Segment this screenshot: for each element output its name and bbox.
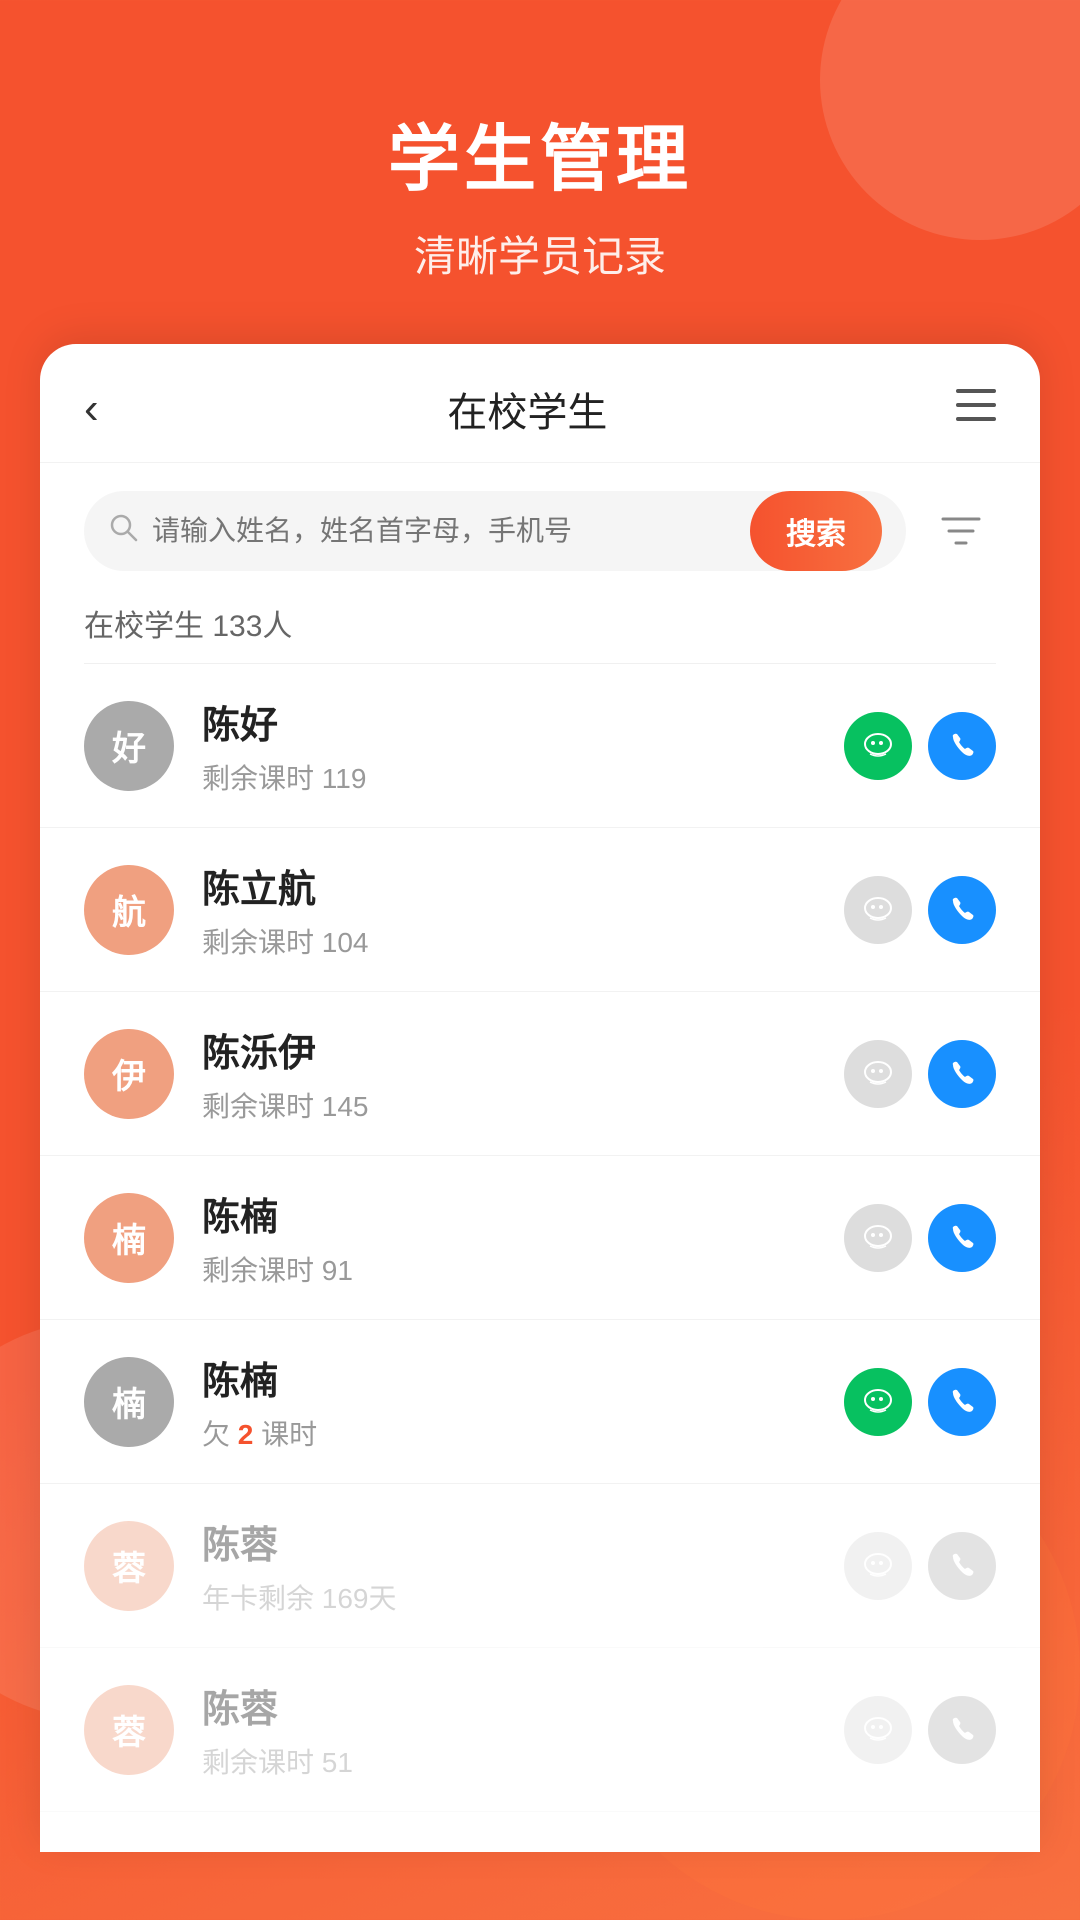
student-item[interactable]: 好陈好剩余课时 119: [40, 664, 1040, 828]
student-info: 陈蓉剩余课时 51: [202, 1678, 816, 1781]
main-card: ‹ 在校学生 搜索: [40, 344, 1040, 1852]
card-nav: ‹ 在校学生: [40, 344, 1040, 463]
avatar: 航: [84, 865, 174, 955]
search-button[interactable]: 搜索: [750, 491, 882, 571]
student-item[interactable]: 蓉陈蓉年卡剩余 169天: [40, 1484, 1040, 1648]
student-item[interactable]: 航陈立航剩余课时 104: [40, 828, 1040, 992]
student-name: 陈楠: [202, 1350, 816, 1405]
student-sub: 年卡剩余 169天: [202, 1577, 816, 1617]
avatar: 楠: [84, 1193, 174, 1283]
student-actions: [844, 876, 996, 944]
phone-button[interactable]: [928, 1532, 996, 1600]
student-item[interactable]: 楠陈楠剩余课时 91: [40, 1156, 1040, 1320]
student-actions: [844, 1696, 996, 1764]
student-sub: 剩余课时 145: [202, 1085, 816, 1125]
student-info: 陈泺伊剩余课时 145: [202, 1022, 816, 1125]
student-sub: 剩余课时 104: [202, 921, 816, 961]
phone-button[interactable]: [928, 712, 996, 780]
avatar: 蓉: [84, 1521, 174, 1611]
phone-button[interactable]: [928, 1368, 996, 1436]
student-actions: [844, 1040, 996, 1108]
search-input-wrap: 搜索: [84, 491, 906, 571]
student-item[interactable]: 蓉陈蓉剩余课时 51: [40, 1648, 1040, 1812]
student-sub: 剩余课时 119: [202, 757, 816, 797]
wechat-button[interactable]: [844, 1532, 912, 1600]
student-info: 陈楠欠 2 课时: [202, 1350, 816, 1453]
student-sub: 剩余课时 91: [202, 1249, 816, 1289]
page-subtitle: 清晰学员记录: [0, 223, 1080, 284]
student-actions: [844, 1368, 996, 1436]
student-item[interactable]: 楠陈楠欠 2 课时: [40, 1320, 1040, 1484]
student-name: 陈蓉: [202, 1678, 816, 1733]
search-bar: 搜索: [40, 463, 1040, 591]
student-info: 陈楠剩余课时 91: [202, 1186, 816, 1289]
avatar: 伊: [84, 1029, 174, 1119]
student-actions: [844, 1532, 996, 1600]
avatar: 楠: [84, 1357, 174, 1447]
student-list: 好陈好剩余课时 119 航陈立航剩余课时 104 伊陈泺伊剩余课时 145 楠陈…: [40, 664, 1040, 1812]
phone-button[interactable]: [928, 1040, 996, 1108]
student-name: 陈好: [202, 694, 816, 749]
phone-button[interactable]: [928, 876, 996, 944]
student-info: 陈蓉年卡剩余 169天: [202, 1514, 816, 1617]
filter-button[interactable]: [926, 496, 996, 566]
avatar: 好: [84, 701, 174, 791]
phone-button[interactable]: [928, 1204, 996, 1272]
page-header: 学生管理 清晰学员记录: [0, 0, 1080, 344]
search-input[interactable]: [152, 515, 736, 547]
student-name: 陈楠: [202, 1186, 816, 1241]
student-actions: [844, 1204, 996, 1272]
page-title: 学生管理: [0, 100, 1080, 205]
wechat-button[interactable]: [844, 712, 912, 780]
wechat-button[interactable]: [844, 1696, 912, 1764]
phone-button[interactable]: [928, 1696, 996, 1764]
wechat-button[interactable]: [844, 1040, 912, 1108]
student-sub: 剩余课时 51: [202, 1741, 816, 1781]
student-name: 陈立航: [202, 858, 816, 913]
search-icon: [108, 512, 138, 550]
student-name: 陈泺伊: [202, 1022, 816, 1077]
wechat-button[interactable]: [844, 876, 912, 944]
student-item[interactable]: 伊陈泺伊剩余课时 145: [40, 992, 1040, 1156]
menu-button[interactable]: [956, 388, 996, 431]
student-actions: [844, 712, 996, 780]
student-info: 陈立航剩余课时 104: [202, 858, 816, 961]
wechat-button[interactable]: [844, 1204, 912, 1272]
nav-title: 在校学生: [447, 380, 607, 438]
avatar: 蓉: [84, 1685, 174, 1775]
back-button[interactable]: ‹: [84, 387, 99, 431]
student-count: 在校学生 133人: [40, 591, 1040, 663]
student-name: 陈蓉: [202, 1514, 816, 1569]
student-sub: 欠 2 课时: [202, 1413, 816, 1453]
wechat-button[interactable]: [844, 1368, 912, 1436]
student-info: 陈好剩余课时 119: [202, 694, 816, 797]
